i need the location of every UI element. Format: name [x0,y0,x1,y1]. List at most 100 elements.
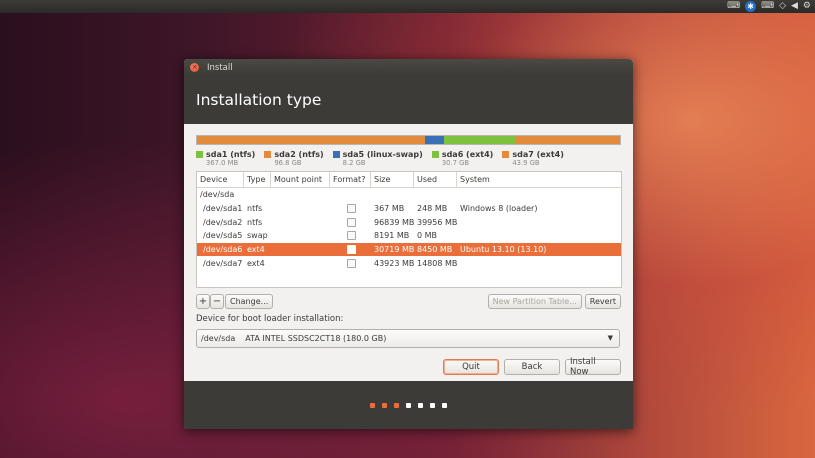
cell-type: ext4 [247,245,265,255]
cell-used: 39956 MB [417,217,457,227]
revert-button[interactable]: Revert [584,294,621,309]
col-format[interactable]: Format? [330,172,371,187]
change-partition-button[interactable]: Change... [225,294,274,309]
volume-icon[interactable]: ◀ [791,1,798,12]
cell-device: /dev/sda5 [203,231,243,241]
boot-device: /dev/sda [201,334,236,343]
partition-segment-sda2 [197,136,425,144]
progress-dot [382,402,387,408]
close-icon[interactable]: × [190,63,199,72]
legend-swatch [332,151,340,158]
progress-dot [442,402,447,408]
partition-table[interactable]: Device Type Mount point Format? Size Use… [196,171,622,288]
remove-partition-button[interactable]: − [210,294,224,309]
format-checkbox[interactable] [347,217,356,227]
back-button[interactable]: Back [504,359,560,375]
cell-used: 8450 MB [417,245,453,255]
cell-size: 43923 MB [374,258,414,268]
action-buttons: Quit Back Install Now [196,357,621,377]
legend-label: sda6 (ext4) [441,150,494,159]
partition-segment-sda6 [443,136,516,144]
legend-item: sda5 (linux-swap) 8.2 GB [332,150,423,167]
new-partition-table-button[interactable]: New Partition Table... [487,294,582,309]
settings-gear-icon[interactable]: ⚙ [803,1,811,12]
install-now-button[interactable]: Install Now [565,357,621,377]
cell-system: Ubuntu 13.10 (13.10) [460,245,547,255]
legend-size: 30.7 GB [441,159,470,167]
legend-label: sda2 (ntfs) [274,150,324,159]
quit-button[interactable]: Quit [443,359,499,375]
legend-swatch [431,151,439,158]
table-header: Device Type Mount point Format? Size Use… [197,172,621,188]
legend-size: 43.9 GB [512,159,540,167]
cell-device: /dev/sda [200,190,235,200]
progress-footer [184,381,633,429]
cell-type: swap [247,231,268,241]
col-type[interactable]: Type [244,172,271,187]
col-device[interactable]: Device [197,172,244,187]
cell-size: 8191 MB [374,231,410,241]
table-row[interactable]: /dev/sda5 swap 8191 MB 0 MB [197,229,621,243]
progress-dot [418,402,423,408]
table-row[interactable]: /dev/sda1 ntfs 367 MB 248 MB Windows 8 (load… [197,202,621,216]
page-title: Installation type [196,91,322,109]
legend-label: sda7 (ext4) [512,150,564,159]
keyboard-icon[interactable]: ⌨ [727,1,740,12]
boot-loader-select[interactable]: /dev/sda ATA INTEL SSDSC2CT18 (180.0 GB)… [196,329,620,348]
legend-item: sda7 (ext4) 43.9 GB [502,150,564,167]
format-checkbox[interactable] [347,204,356,214]
cell-size: 367 MB [374,204,405,214]
progress-dot [430,402,435,408]
boot-loader-label: Device for boot loader installation: [196,314,344,324]
legend-size: 8.2 GB [342,159,366,167]
col-used[interactable]: Used [414,172,457,187]
installer-window: × Install Installation type sda1 (ntfs) 3… [184,59,633,429]
legend-swatch [502,151,510,158]
partition-legend: sda1 (ntfs) 367.0 MB sda2 (ntfs) 96.8 GB sda… [196,150,621,167]
cell-format [330,258,371,268]
legend-label: sda1 (ntfs) [206,150,256,159]
partition-toolbar: + − Change... New Partition Table... Rev… [196,294,621,309]
partition-segment-sda7 [515,136,620,144]
page-header: Installation type [184,76,633,124]
col-size[interactable]: Size [371,172,414,187]
cell-device: /dev/sda2 [203,217,243,227]
progress-dot [394,402,399,408]
table-row[interactable]: /dev/sda7 ext4 43923 MB 14808 MB [197,256,621,270]
cell-size: 30719 MB [374,245,414,255]
format-checkbox[interactable] [347,245,356,255]
cell-device: /dev/sda7 [203,258,243,268]
cell-type: ntfs [247,204,263,214]
window-title: Install [207,62,233,73]
format-checkbox[interactable] [347,258,356,268]
add-partition-button[interactable]: + [196,294,210,309]
legend-label: sda5 (linux-swap) [342,150,423,159]
accessibility-icon[interactable]: ✱ [745,1,757,12]
titlebar: × Install [184,59,633,76]
boot-device-description: ATA INTEL SSDSC2CT18 (180.0 GB) [245,334,387,343]
cell-used: 0 MB [417,231,438,241]
cell-type: ext4 [247,258,265,268]
legend-item: sda2 (ntfs) 96.8 GB [264,150,324,167]
cell-used: 248 MB [417,204,448,214]
col-system[interactable]: System [457,172,617,187]
table-row[interactable]: /dev/sda2 ntfs 96839 MB 39956 MB [197,215,621,229]
chevron-down-icon: ▼ [607,334,613,342]
legend-swatch [264,151,272,158]
cell-format [330,204,371,214]
keyboard-layout-icon[interactable]: ⌨ [761,1,774,12]
legend-swatch [196,151,203,158]
col-mount-point[interactable]: Mount point [271,172,330,187]
partition-segment-sda5 [424,136,444,144]
cell-type: ntfs [247,217,263,227]
table-row[interactable]: /dev/sda6 ext4 30719 MB 8450 MB Ubuntu 13.10… [197,242,621,257]
legend-size: 367.0 MB [206,159,239,167]
partition-bar [196,135,621,145]
network-icon[interactable]: ◇ [779,1,786,12]
cell-format [330,245,371,255]
format-checkbox[interactable] [347,231,356,241]
cell-device: /dev/sda6 [203,245,243,255]
table-row[interactable]: /dev/sda [197,188,621,202]
cell-system: Windows 8 (loader) [460,204,538,214]
table-body: /dev/sda/dev/sda1 ntfs 367 MB 248 MB Windows… [197,188,621,270]
